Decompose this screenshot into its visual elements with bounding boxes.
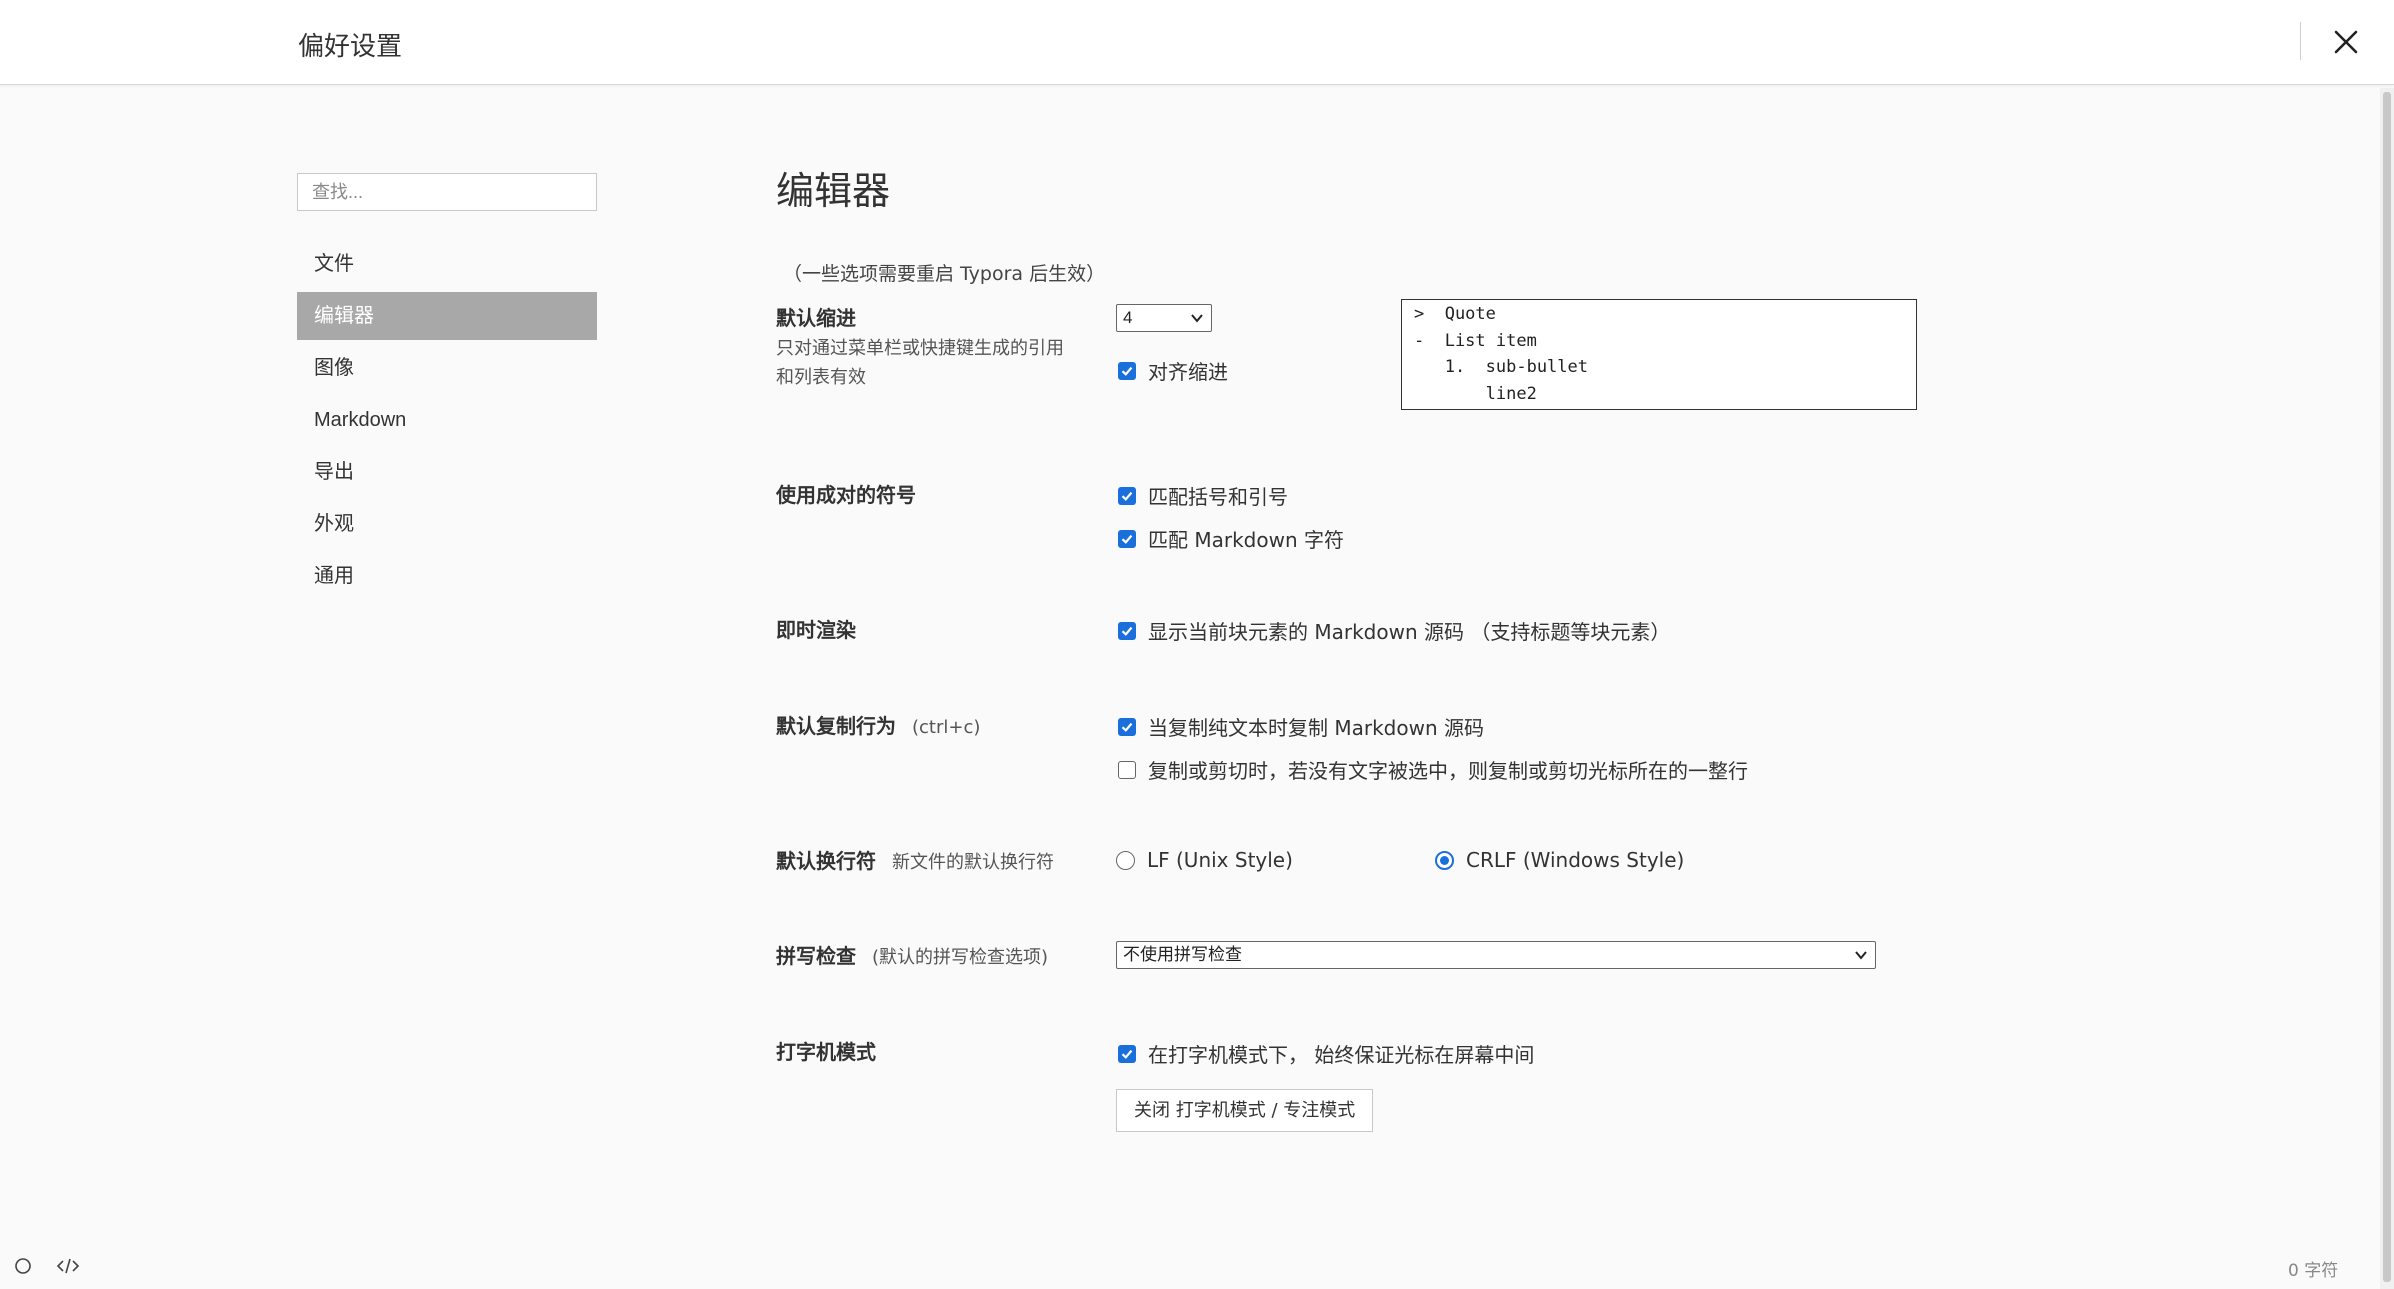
checkbox-checked-icon — [1118, 1044, 1136, 1063]
preview-line: 1. sub-bullet — [1414, 357, 1588, 377]
char-count: 0 字符 — [2288, 1261, 2339, 1281]
header-divider — [2300, 22, 2301, 60]
checkbox-checked-icon — [1118, 361, 1136, 380]
checkbox-checked-icon — [1118, 486, 1136, 505]
sidebar-item-appearance[interactable]: 外观 — [297, 500, 597, 548]
sidebar-item-editor[interactable]: 编辑器 — [297, 292, 597, 340]
indent-select-value: 4 — [1123, 308, 1133, 327]
indent-desc-line2: 和列表有效 — [776, 367, 866, 388]
copy-shortcut: (ctrl+c) — [912, 717, 981, 738]
sidebar-item-files[interactable]: 文件 — [297, 240, 597, 288]
sidebar-item-general[interactable]: 通用 — [297, 552, 597, 600]
search-input[interactable] — [297, 173, 597, 211]
radio-selected-icon — [1435, 850, 1454, 870]
preview-line: line2 — [1414, 384, 1537, 404]
source-code-icon[interactable] — [56, 1256, 80, 1276]
sidebar-item-export[interactable]: 导出 — [297, 448, 597, 496]
typewriter-center-label: 在打字机模式下， 始终保证光标在屏幕中间 — [1148, 1043, 1535, 1067]
radio-unselected-icon — [1116, 850, 1135, 870]
pairs-label: 使用成对的符号 — [776, 483, 916, 507]
radio-lf-label: LF (Unix Style) — [1147, 848, 1293, 872]
circle-icon[interactable] — [14, 1257, 32, 1275]
close-icon — [2334, 30, 2358, 54]
spellcheck-label-text: 拼写检查 — [776, 944, 856, 968]
show-source-checkbox[interactable]: 显示当前块元素的 Markdown 源码 （支持标题等块元素） — [1118, 616, 1670, 645]
section-title: 编辑器 — [776, 169, 891, 213]
spellcheck-sub: (默认的拼写检查选项) — [872, 947, 1049, 968]
checkbox-checked-icon — [1118, 717, 1136, 736]
restart-note: （一些选项需要重启 Typora 后生效） — [783, 263, 1106, 285]
checkbox-checked-icon — [1118, 621, 1136, 640]
copy-label: 默认复制行为 (ctrl+c) — [776, 710, 980, 739]
newline-label: 默认换行符 新文件的默认换行符 — [776, 845, 1054, 874]
newline-label-text: 默认换行符 — [776, 849, 876, 873]
sidebar-item-image[interactable]: 图像 — [297, 344, 597, 392]
close-typewriter-mode-button[interactable]: 关闭 打字机模式 / 专注模式 — [1116, 1089, 1374, 1132]
radio-crlf[interactable]: CRLF (Windows Style) — [1435, 848, 1684, 872]
indent-preview: > Quote - List item 1. sub-bullet line2 — [1401, 299, 1917, 410]
show-source-label: 显示当前块元素的 Markdown 源码 （支持标题等块元素） — [1148, 620, 1671, 644]
preview-line: - List item — [1414, 331, 1537, 351]
checkbox-unchecked-icon — [1118, 760, 1136, 779]
spellcheck-select[interactable]: 不使用拼写检查 — [1116, 941, 1876, 969]
chevron-down-icon — [1191, 314, 1203, 323]
sidebar-item-markdown[interactable]: Markdown — [297, 396, 597, 444]
window-title: 偏好设置 — [298, 32, 403, 62]
newline-sub: 新文件的默认换行符 — [892, 852, 1054, 873]
preview-line: > Quote — [1414, 304, 1496, 324]
typewriter-center-checkbox[interactable]: 在打字机模式下， 始终保证光标在屏幕中间 — [1118, 1039, 1534, 1068]
copy-label-text: 默认复制行为 — [776, 714, 896, 738]
match-markdown-checkbox[interactable]: 匹配 Markdown 字符 — [1118, 524, 1344, 553]
copy-markdown-checkbox[interactable]: 当复制纯文本时复制 Markdown 源码 — [1118, 712, 1484, 741]
indent-select[interactable]: 4 — [1116, 304, 1212, 332]
chevron-down-icon — [1855, 951, 1867, 960]
copy-markdown-label: 当复制纯文本时复制 Markdown 源码 — [1148, 716, 1484, 740]
scrollbar-thumb[interactable] — [2383, 92, 2391, 1282]
title-bar: 偏好设置 — [0, 0, 2394, 85]
copy-line-checkbox[interactable]: 复制或剪切时，若没有文字被选中，则复制或剪切光标所在的一整行 — [1118, 755, 1748, 784]
indent-desc-line1: 只对通过菜单栏或快捷键生成的引用 — [776, 338, 1064, 359]
spellcheck-select-value: 不使用拼写检查 — [1123, 945, 1242, 964]
live-render-label: 即时渲染 — [776, 618, 856, 642]
radio-crlf-label: CRLF (Windows Style) — [1466, 848, 1685, 872]
sidebar-nav: 文件 编辑器 图像 Markdown 导出 外观 通用 — [297, 240, 597, 604]
match-brackets-label: 匹配括号和引号 — [1148, 485, 1288, 509]
checkbox-checked-icon — [1118, 529, 1136, 548]
match-markdown-label: 匹配 Markdown 字符 — [1148, 528, 1344, 552]
align-indent-checkbox[interactable]: 对齐缩进 — [1118, 356, 1228, 385]
spellcheck-label: 拼写检查 (默认的拼写检查选项) — [776, 940, 1048, 969]
indent-label: 默认缩进 — [776, 306, 856, 330]
radio-lf[interactable]: LF (Unix Style) — [1116, 848, 1293, 872]
align-indent-label: 对齐缩进 — [1148, 360, 1228, 384]
copy-line-label: 复制或剪切时，若没有文字被选中，则复制或剪切光标所在的一整行 — [1148, 759, 1748, 783]
match-brackets-checkbox[interactable]: 匹配括号和引号 — [1118, 481, 1288, 510]
close-button[interactable] — [2326, 22, 2366, 62]
indent-description: 只对通过菜单栏或快捷键生成的引用 和列表有效 — [776, 334, 1064, 392]
typewriter-label: 打字机模式 — [776, 1040, 876, 1064]
